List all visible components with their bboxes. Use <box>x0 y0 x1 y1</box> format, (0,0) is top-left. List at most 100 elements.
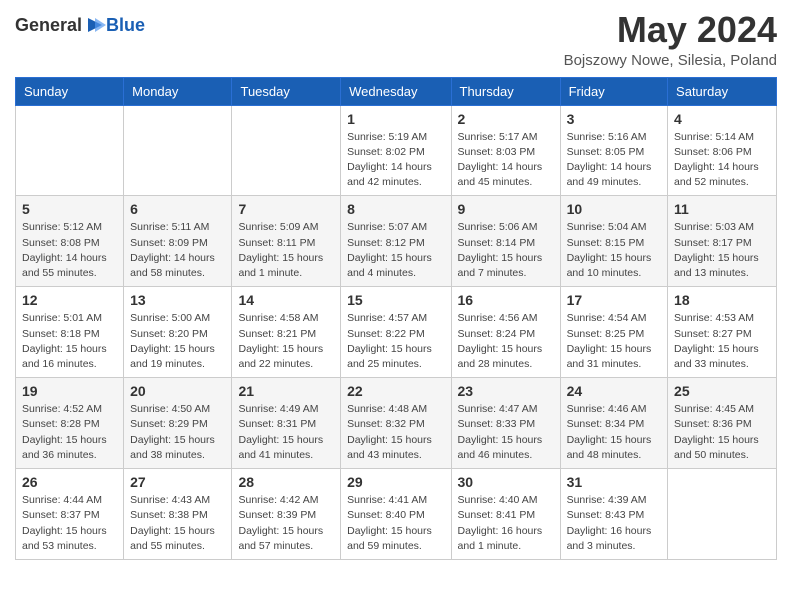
cell-info: Sunrise: 4:46 AMSunset: 8:34 PMDaylight:… <box>567 402 661 463</box>
calendar-cell: 29 Sunrise: 4:41 AMSunset: 8:40 PMDayligh… <box>341 469 451 560</box>
cell-day-number: 16 <box>458 292 554 308</box>
calendar-cell: 5Sunrise: 5:12 AMSunset: 8:08 PMDaylight… <box>16 196 124 287</box>
logo-text-general: General <box>15 15 82 36</box>
cell-day-number: 20 <box>130 383 225 399</box>
cell-info: Sunrise: 4:42 AMSunset: 8:39 PMDaylight:… <box>238 493 334 554</box>
calendar-cell: 20 Sunrise: 4:50 AMSunset: 8:29 PMDayligh… <box>124 378 232 469</box>
cell-info: Sunrise: 5:19 AMSunset: 8:02 PMDaylight:… <box>347 130 444 191</box>
calendar-week-4: 19 Sunrise: 4:52 AMSunset: 8:28 PMDayligh… <box>16 378 777 469</box>
calendar-cell: 31Sunrise: 4:39 AMSunset: 8:43 PMDayligh… <box>560 469 667 560</box>
day-header-friday: Friday <box>560 77 667 105</box>
day-header-thursday: Thursday <box>451 77 560 105</box>
calendar-cell: 6 Sunrise: 5:11 AMSunset: 8:09 PMDaylight… <box>124 196 232 287</box>
cell-day-number: 7 <box>238 201 334 217</box>
calendar-cell: 7 Sunrise: 5:09 AMSunset: 8:11 PMDaylight… <box>232 196 341 287</box>
calendar-cell: 4 Sunrise: 5:14 AMSunset: 8:06 PMDaylight… <box>668 105 777 196</box>
logo-icon <box>84 14 106 36</box>
calendar-header-row: SundayMondayTuesdayWednesdayThursdayFrid… <box>16 77 777 105</box>
cell-day-number: 4 <box>674 111 770 127</box>
cell-day-number: 2 <box>458 111 554 127</box>
calendar-cell: 8 Sunrise: 5:07 AMSunset: 8:12 PMDaylight… <box>341 196 451 287</box>
cell-info: Sunrise: 5:07 AMSunset: 8:12 PMDaylight:… <box>347 220 444 281</box>
calendar-week-5: 26 Sunrise: 4:44 AMSunset: 8:37 PMDayligh… <box>16 469 777 560</box>
calendar-cell: 16Sunrise: 4:56 AMSunset: 8:24 PMDayligh… <box>451 287 560 378</box>
cell-info: Sunrise: 4:52 AMSunset: 8:28 PMDaylight:… <box>22 402 117 463</box>
cell-day-number: 15 <box>347 292 444 308</box>
calendar-subtitle: Bojszowy Nowe, Silesia, Poland <box>564 52 777 69</box>
calendar-cell: 1Sunrise: 5:19 AMSunset: 8:02 PMDaylight… <box>341 105 451 196</box>
cell-day-number: 19 <box>22 383 117 399</box>
calendar-cell <box>16 105 124 196</box>
calendar-cell: 22 Sunrise: 4:48 AMSunset: 8:32 PMDayligh… <box>341 378 451 469</box>
cell-day-number: 3 <box>567 111 661 127</box>
cell-info: Sunrise: 4:48 AMSunset: 8:32 PMDaylight:… <box>347 402 444 463</box>
day-header-tuesday: Tuesday <box>232 77 341 105</box>
logo-text-blue: Blue <box>106 15 145 36</box>
calendar-cell: 26 Sunrise: 4:44 AMSunset: 8:37 PMDayligh… <box>16 469 124 560</box>
calendar-cell: 24 Sunrise: 4:46 AMSunset: 8:34 PMDayligh… <box>560 378 667 469</box>
cell-info: Sunrise: 4:58 AMSunset: 8:21 PMDaylight:… <box>238 311 334 372</box>
cell-info: Sunrise: 5:04 AMSunset: 8:15 PMDaylight:… <box>567 220 661 281</box>
calendar-title: May 2024 <box>564 10 777 50</box>
calendar-cell: 17 Sunrise: 4:54 AMSunset: 8:25 PMDayligh… <box>560 287 667 378</box>
calendar-cell: 3 Sunrise: 5:16 AMSunset: 8:05 PMDaylight… <box>560 105 667 196</box>
calendar-cell: 19 Sunrise: 4:52 AMSunset: 8:28 PMDayligh… <box>16 378 124 469</box>
title-area: May 2024 Bojszowy Nowe, Silesia, Poland <box>564 10 777 69</box>
calendar-cell: 21 Sunrise: 4:49 AMSunset: 8:31 PMDayligh… <box>232 378 341 469</box>
calendar-week-3: 12 Sunrise: 5:01 AMSunset: 8:18 PMDayligh… <box>16 287 777 378</box>
cell-day-number: 9 <box>458 201 554 217</box>
calendar-cell: 15 Sunrise: 4:57 AMSunset: 8:22 PMDayligh… <box>341 287 451 378</box>
cell-day-number: 11 <box>674 201 770 217</box>
calendar-cell: 12 Sunrise: 5:01 AMSunset: 8:18 PMDayligh… <box>16 287 124 378</box>
cell-info: Sunrise: 5:01 AMSunset: 8:18 PMDaylight:… <box>22 311 117 372</box>
cell-info: Sunrise: 4:44 AMSunset: 8:37 PMDaylight:… <box>22 493 117 554</box>
cell-info: Sunrise: 5:14 AMSunset: 8:06 PMDaylight:… <box>674 130 770 191</box>
cell-info: Sunrise: 4:50 AMSunset: 8:29 PMDaylight:… <box>130 402 225 463</box>
cell-info: Sunrise: 4:54 AMSunset: 8:25 PMDaylight:… <box>567 311 661 372</box>
calendar-cell <box>124 105 232 196</box>
cell-info: Sunrise: 4:53 AMSunset: 8:27 PMDaylight:… <box>674 311 770 372</box>
cell-day-number: 17 <box>567 292 661 308</box>
day-header-monday: Monday <box>124 77 232 105</box>
calendar-cell: 27Sunrise: 4:43 AMSunset: 8:38 PMDayligh… <box>124 469 232 560</box>
cell-info: Sunrise: 5:12 AMSunset: 8:08 PMDaylight:… <box>22 220 117 281</box>
calendar-cell: 2Sunrise: 5:17 AMSunset: 8:03 PMDaylight… <box>451 105 560 196</box>
calendar-cell: 10Sunrise: 5:04 AMSunset: 8:15 PMDayligh… <box>560 196 667 287</box>
cell-day-number: 14 <box>238 292 334 308</box>
cell-info: Sunrise: 4:41 AMSunset: 8:40 PMDaylight:… <box>347 493 444 554</box>
calendar-cell: 14 Sunrise: 4:58 AMSunset: 8:21 PMDayligh… <box>232 287 341 378</box>
cell-info: Sunrise: 4:45 AMSunset: 8:36 PMDaylight:… <box>674 402 770 463</box>
cell-info: Sunrise: 4:43 AMSunset: 8:38 PMDaylight:… <box>130 493 225 554</box>
cell-day-number: 23 <box>458 383 554 399</box>
cell-info: Sunrise: 4:57 AMSunset: 8:22 PMDaylight:… <box>347 311 444 372</box>
cell-day-number: 6 <box>130 201 225 217</box>
cell-info: Sunrise: 5:06 AMSunset: 8:14 PMDaylight:… <box>458 220 554 281</box>
calendar-cell: 18 Sunrise: 4:53 AMSunset: 8:27 PMDayligh… <box>668 287 777 378</box>
cell-day-number: 22 <box>347 383 444 399</box>
cell-info: Sunrise: 5:11 AMSunset: 8:09 PMDaylight:… <box>130 220 225 281</box>
calendar-week-1: 1Sunrise: 5:19 AMSunset: 8:02 PMDaylight… <box>16 105 777 196</box>
cell-info: Sunrise: 5:09 AMSunset: 8:11 PMDaylight:… <box>238 220 334 281</box>
calendar-table: SundayMondayTuesdayWednesdayThursdayFrid… <box>15 77 777 560</box>
cell-day-number: 21 <box>238 383 334 399</box>
calendar-cell: 13Sunrise: 5:00 AMSunset: 8:20 PMDayligh… <box>124 287 232 378</box>
cell-day-number: 18 <box>674 292 770 308</box>
cell-day-number: 8 <box>347 201 444 217</box>
cell-day-number: 26 <box>22 474 117 490</box>
calendar-week-2: 5Sunrise: 5:12 AMSunset: 8:08 PMDaylight… <box>16 196 777 287</box>
cell-info: Sunrise: 4:49 AMSunset: 8:31 PMDaylight:… <box>238 402 334 463</box>
calendar-cell <box>668 469 777 560</box>
cell-info: Sunrise: 5:16 AMSunset: 8:05 PMDaylight:… <box>567 130 661 191</box>
cell-day-number: 24 <box>567 383 661 399</box>
cell-day-number: 12 <box>22 292 117 308</box>
cell-day-number: 30 <box>458 474 554 490</box>
day-header-sunday: Sunday <box>16 77 124 105</box>
calendar-cell: 28Sunrise: 4:42 AMSunset: 8:39 PMDayligh… <box>232 469 341 560</box>
cell-day-number: 29 <box>347 474 444 490</box>
day-header-wednesday: Wednesday <box>341 77 451 105</box>
cell-day-number: 25 <box>674 383 770 399</box>
logo: General Blue <box>15 14 145 36</box>
calendar-cell: 23 Sunrise: 4:47 AMSunset: 8:33 PMDayligh… <box>451 378 560 469</box>
cell-info: Sunrise: 4:47 AMSunset: 8:33 PMDaylight:… <box>458 402 554 463</box>
calendar-cell: 9 Sunrise: 5:06 AMSunset: 8:14 PMDaylight… <box>451 196 560 287</box>
